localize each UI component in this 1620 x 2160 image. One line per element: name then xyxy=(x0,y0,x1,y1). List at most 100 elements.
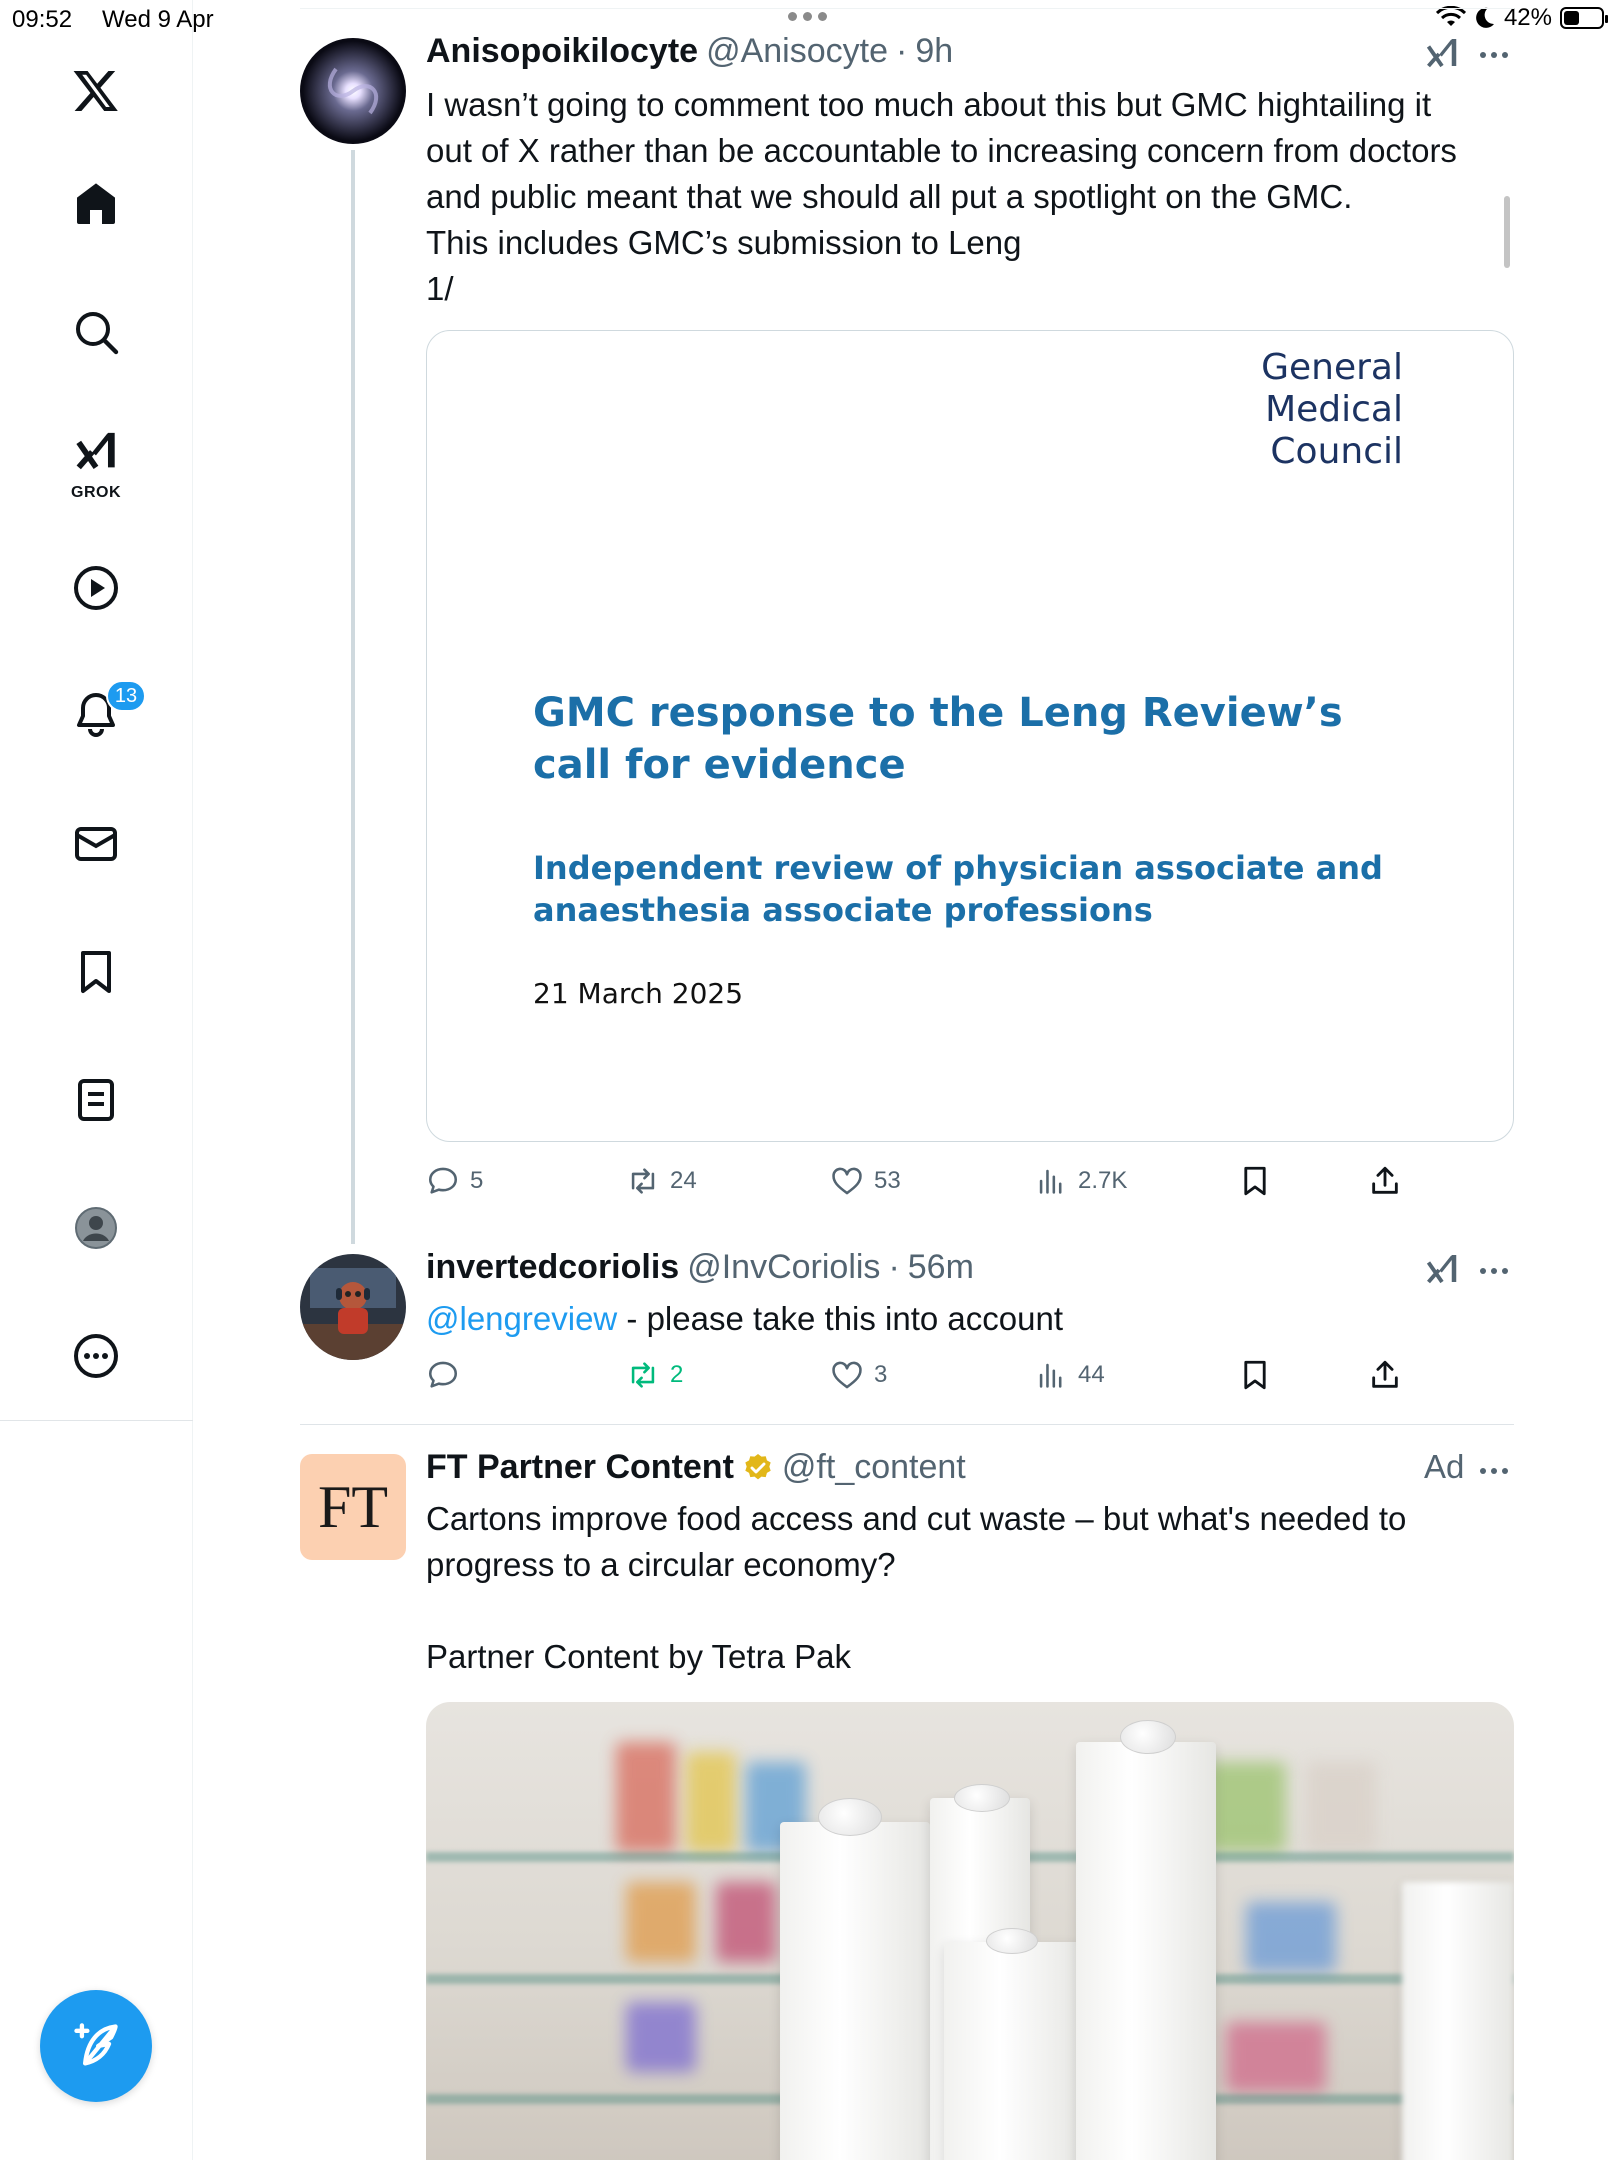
ad-label: Ad xyxy=(1424,1448,1465,1485)
more-menu-icon[interactable] xyxy=(1480,1468,1508,1474)
carton xyxy=(780,1822,930,2160)
ft-avatar[interactable]: FT xyxy=(300,1454,406,1560)
lists-icon[interactable] xyxy=(56,1060,136,1140)
notifications-nav-item[interactable]: 13 xyxy=(56,674,146,754)
document-date: 21 March 2025 xyxy=(533,977,744,1010)
repost-count: 24 xyxy=(670,1167,697,1194)
grok-nav-item[interactable]: GROK xyxy=(56,418,136,502)
author-name[interactable]: invertedcoriolis xyxy=(426,1248,679,1287)
like-button[interactable]: 3 xyxy=(830,1358,887,1392)
analytics-icon xyxy=(1039,1169,1062,1194)
carton-cap xyxy=(954,1784,1010,1812)
carton-cap xyxy=(986,1928,1038,1954)
bookmark-button[interactable] xyxy=(1238,1358,1272,1392)
tweet-header: invertedcoriolis @InvCoriolis · 56m xyxy=(426,1248,974,1287)
carton xyxy=(1402,1882,1514,2160)
author-handle[interactable]: @Anisocyte xyxy=(706,32,888,71)
heart-icon xyxy=(832,1361,862,1389)
galaxy-avatar-image xyxy=(300,38,406,144)
repost-button[interactable]: 24 xyxy=(626,1164,697,1198)
x-logo-icon[interactable] xyxy=(56,50,136,130)
search-icon[interactable] xyxy=(56,292,136,372)
tweet-text-line: Partner Content by Tetra Pak xyxy=(426,1638,851,1675)
tweet-header: FT Partner Content @ft_content xyxy=(426,1448,966,1487)
document-subtitle: Independent review of physician associat… xyxy=(533,849,1383,929)
share-button[interactable] xyxy=(1368,1358,1402,1392)
tweet-text-line xyxy=(426,1588,1516,1634)
messages-icon[interactable] xyxy=(56,804,136,884)
author-name[interactable]: FT Partner Content xyxy=(426,1448,734,1487)
grok-icon xyxy=(76,432,115,470)
gmc-logo-line: Council xyxy=(1270,431,1403,472)
views-button[interactable]: 2.7K xyxy=(1034,1164,1127,1198)
tweet-actions: 2 3 44 xyxy=(426,1358,1426,1398)
tweet-text: @lengreview - please take this into acco… xyxy=(426,1296,1516,1342)
like-button[interactable]: 53 xyxy=(830,1164,901,1198)
tweet-anisocyte[interactable]: Anisopoikilocyte @Anisocyte · 9h I wasn’… xyxy=(300,0,1516,1244)
sidebar-divider xyxy=(0,1420,193,1421)
tweet-text: I wasn’t going to comment too much about… xyxy=(426,82,1516,312)
profile-avatar-icon[interactable] xyxy=(56,1188,136,1268)
bookmark-icon xyxy=(1244,1166,1266,1196)
gmc-logo-line: Medical xyxy=(1265,389,1403,430)
tweet-time[interactable]: 9h xyxy=(915,32,953,71)
grok-icon[interactable] xyxy=(1424,36,1460,72)
repost-count: 2 xyxy=(670,1361,684,1388)
tweet-header: Anisopoikilocyte @Anisocyte · 9h xyxy=(426,32,953,71)
author-handle[interactable]: @ft_content xyxy=(782,1448,966,1487)
bookmarks-icon[interactable] xyxy=(56,932,136,1012)
repost-button[interactable]: 2 xyxy=(626,1358,683,1392)
tweet-text: Cartons improve food access and cut wast… xyxy=(426,1496,1516,1680)
share-button[interactable] xyxy=(1368,1164,1402,1198)
thread-connector xyxy=(351,150,355,1244)
notifications-badge: 13 xyxy=(106,680,146,712)
separator-dot: · xyxy=(888,1248,900,1286)
tweet-text-line: I wasn’t going to comment too much about… xyxy=(426,86,1432,123)
grok-icon[interactable] xyxy=(1424,1252,1460,1288)
tweet-text-line: Cartons improve food access and cut wast… xyxy=(426,1500,1407,1537)
verified-gold-badge-icon xyxy=(745,1453,771,1479)
tweet-text-line: and public meant that we should all put … xyxy=(426,178,1353,215)
views-button[interactable]: 44 xyxy=(1034,1358,1105,1392)
avatar[interactable] xyxy=(300,1254,406,1360)
compose-post-button[interactable] xyxy=(40,1990,152,2102)
tweet-actions: 5 24 53 2.7K xyxy=(426,1164,1426,1204)
video-icon[interactable] xyxy=(56,548,136,628)
view-count: 44 xyxy=(1078,1361,1105,1388)
tweet-text-line: progress to a circular economy? xyxy=(426,1546,896,1583)
gmc-logo-line: General xyxy=(1261,347,1403,388)
ad-image-cartons[interactable] xyxy=(426,1702,1514,2160)
bookmark-button[interactable] xyxy=(1238,1164,1272,1198)
reply-icon xyxy=(428,1167,458,1194)
tweet-ft-ad[interactable]: FT FT Partner Content @ft_content Ad Car… xyxy=(300,1428,1514,2160)
like-count: 53 xyxy=(874,1167,901,1194)
reply-button[interactable] xyxy=(426,1358,470,1392)
tweet-text-rest: - please take this into account xyxy=(617,1300,1064,1337)
carton-cap xyxy=(1120,1720,1176,1754)
tweet-divider xyxy=(300,1424,1514,1425)
tweet-time[interactable]: 56m xyxy=(908,1248,974,1287)
analytics-icon xyxy=(1039,1363,1062,1388)
carton xyxy=(1076,1742,1216,2160)
more-menu-icon[interactable] xyxy=(1480,1268,1508,1274)
home-icon[interactable] xyxy=(56,164,136,244)
like-count: 3 xyxy=(874,1361,888,1388)
avatar[interactable] xyxy=(300,38,406,144)
timeline-feed: Anisopoikilocyte @Anisocyte · 9h I wasn’… xyxy=(300,0,1514,2160)
more-menu-icon[interactable] xyxy=(1480,52,1508,58)
more-options-icon[interactable] xyxy=(56,1316,136,1396)
tweet-text-line: out of X rather than be accountable to i… xyxy=(426,132,1457,169)
tweet-invcoriolis[interactable]: invertedcoriolis @InvCoriolis · 56m @len… xyxy=(300,1230,1514,1420)
battery-icon xyxy=(1560,7,1608,29)
grok-label: GROK xyxy=(71,484,121,501)
sidebar-nav: GROK 13 xyxy=(0,0,193,2160)
repost-icon xyxy=(631,1362,655,1388)
attached-document-image[interactable]: General Medical Council GMC response to … xyxy=(426,330,1514,1142)
reply-icon xyxy=(428,1361,458,1388)
author-handle[interactable]: @InvCoriolis xyxy=(687,1248,880,1287)
scrollbar[interactable] xyxy=(1504,196,1510,268)
reply-button[interactable]: 5 xyxy=(426,1164,483,1198)
mention-link[interactable]: @lengreview xyxy=(426,1300,617,1337)
author-name[interactable]: Anisopoikilocyte xyxy=(426,32,698,71)
tweet-text-line: This includes GMC’s submission to Leng xyxy=(426,224,1022,261)
